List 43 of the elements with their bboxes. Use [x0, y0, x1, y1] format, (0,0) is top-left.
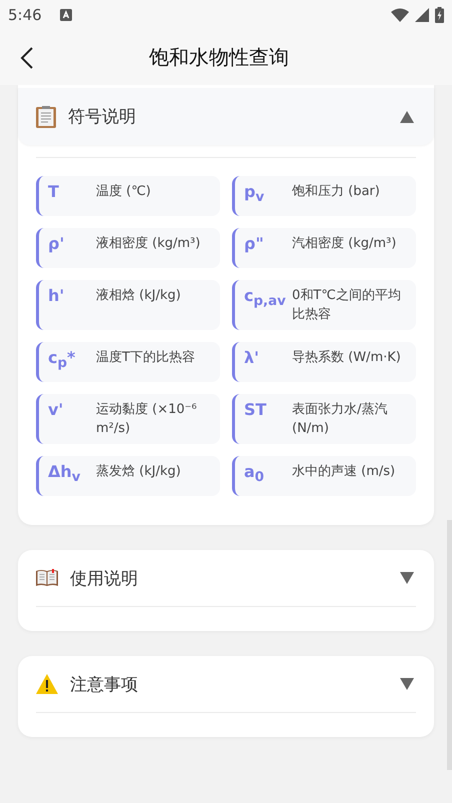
symbol: p$_{v}$ [244, 182, 266, 208]
symbol: T [48, 182, 60, 201]
symbol: c$_{p,av}$ [244, 286, 287, 312]
symbol-description: 蒸发焓 (kJ/kg) [96, 463, 181, 481]
signal-icon [415, 8, 429, 22]
page-title: 饱和水物性查询 [148, 44, 290, 71]
symbol: ST [244, 400, 268, 419]
section-header[interactable]: 符号说明 [18, 88, 434, 145]
symbol: a$_{0}$ [244, 462, 266, 488]
expand-caret-icon [400, 572, 414, 584]
collapse-caret-icon [400, 110, 414, 122]
section-header[interactable]: 使用说明 [18, 550, 434, 606]
symbol: ρ' [48, 234, 66, 253]
symbol: ρ" [244, 234, 265, 253]
back-icon [20, 46, 34, 70]
symbol-description: 液相密度 (kg/m³) [96, 235, 200, 253]
status-time: 5:46 [8, 6, 42, 24]
wifi-icon [391, 8, 409, 22]
section-title: 注意事项 [70, 674, 139, 696]
symbol-description: 温度 (℃) [96, 183, 151, 201]
symbol-description: 表面张力水/蒸汽 (N/m) [292, 401, 388, 438]
symbol: c$_{p}$* [48, 348, 76, 374]
section-title: 使用说明 [70, 568, 139, 590]
symbol-description: 温度T下的比热容 [96, 349, 195, 367]
section-header[interactable]: 注意事项 [18, 656, 434, 712]
book-icon [36, 569, 58, 587]
clipboard-icon [36, 106, 56, 128]
expand-caret-icon [400, 678, 414, 690]
symbol: v' [48, 400, 64, 419]
symbol-description: 汽相密度 (kg/m³) [292, 235, 396, 253]
symbol-description: 液相焓 (kJ/kg) [96, 287, 181, 305]
notification-icon [60, 9, 72, 21]
symbol-description: 饱和压力 (bar) [292, 183, 380, 201]
battery-icon [435, 7, 444, 23]
symbol-description: 运动黏度 (×10⁻⁶ m²/s) [96, 401, 198, 438]
symbol: Δh$_{v}$ [48, 462, 82, 488]
warning-icon [36, 674, 58, 694]
symbol-description: 0和T℃之间的平均比热容 [292, 287, 402, 324]
symbol: λ' [244, 348, 260, 367]
symbol: h' [48, 286, 66, 305]
symbol-description: 水中的声速 (m/s) [292, 463, 396, 481]
symbol-description: 导热系数 (W/m·K) [292, 349, 401, 367]
section-title: 符号说明 [68, 106, 137, 128]
